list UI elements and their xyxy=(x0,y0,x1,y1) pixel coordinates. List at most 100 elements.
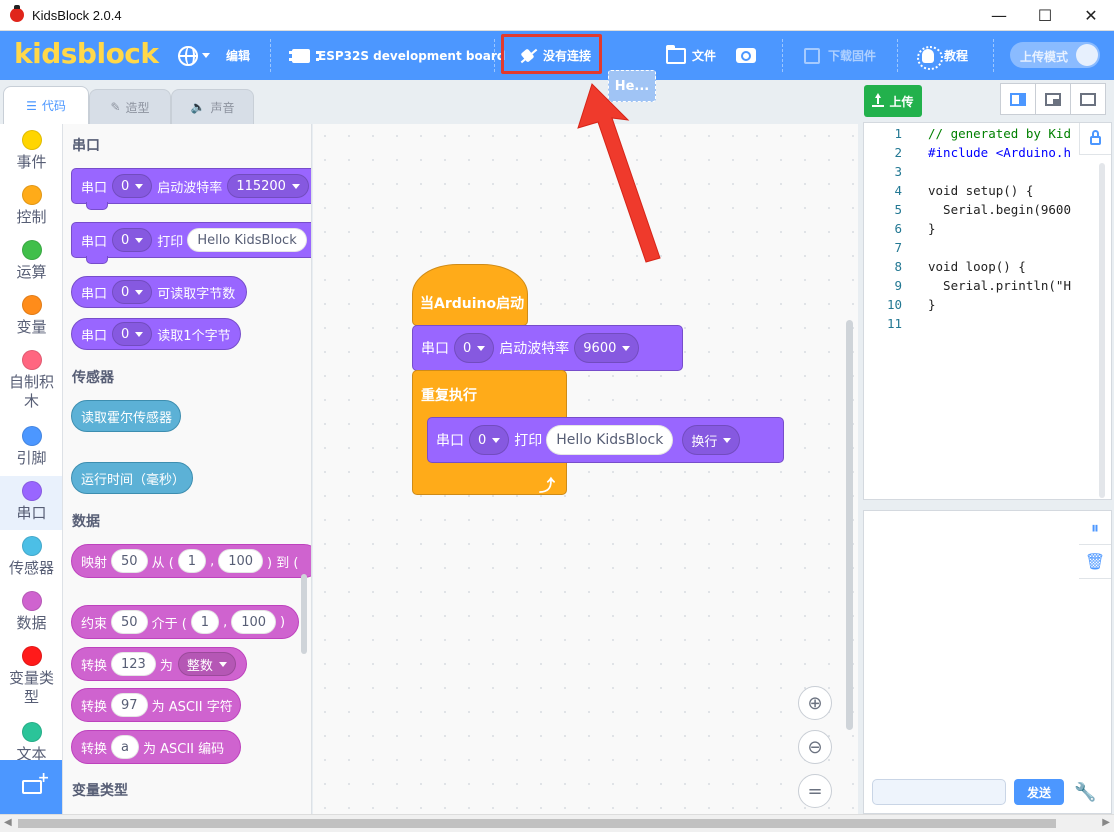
download-firmware-button[interactable]: 下载固件 xyxy=(804,31,876,80)
port-dropdown[interactable]: 0 xyxy=(112,174,153,198)
upload-icon xyxy=(872,93,885,107)
tab-costumes[interactable]: ✎ 造型 xyxy=(89,89,171,124)
file-menu[interactable]: 文件 xyxy=(666,31,716,80)
clear-button[interactable]: 🗑 xyxy=(1079,545,1111,579)
value-input[interactable]: 1 xyxy=(177,549,207,573)
category-label: 变量 xyxy=(16,318,47,336)
block-serial-begin[interactable]: 串口 0 启动波特率 115200 xyxy=(71,168,311,210)
port-dropdown[interactable]: 0 xyxy=(454,333,495,363)
port-dropdown[interactable]: 0 xyxy=(112,228,153,252)
tab-code[interactable]: ☰ 代码 xyxy=(3,86,89,124)
block-text: 映射 xyxy=(81,555,108,571)
script-workspace[interactable]: 当Arduino启动 串口 0 启动波特率 9600 重复执行 串口 0 打印 … xyxy=(313,124,858,814)
section-title-data: 数据 xyxy=(72,514,100,530)
block-text: 串口 xyxy=(436,433,464,449)
zoom-reset-button[interactable]: = xyxy=(798,774,832,808)
category-data[interactable]: 数据 xyxy=(0,591,62,633)
zoom-out-icon: ⊖ xyxy=(807,736,823,758)
category-serial[interactable]: 串口 xyxy=(0,476,62,530)
type-dropdown[interactable]: 整数 xyxy=(177,652,236,676)
port-dropdown[interactable]: 0 xyxy=(469,425,510,455)
print-text-input[interactable]: Hello KidsBlock xyxy=(187,228,307,252)
tutorial-button[interactable]: 教程 xyxy=(917,31,968,80)
category-text[interactable]: 文本 xyxy=(0,722,62,764)
workspace-scrollbar[interactable] xyxy=(846,320,853,730)
maximize-button[interactable]: ☐ xyxy=(1022,0,1068,31)
category-my-blocks[interactable]: 自制积木 xyxy=(0,350,62,411)
block-to-ascii-char[interactable]: 转换 97 为 ASCII 字符 xyxy=(71,688,241,722)
block-text: 打印 xyxy=(157,234,184,250)
value-input[interactable]: 100 xyxy=(231,610,277,634)
layout-split-button[interactable] xyxy=(1035,83,1071,115)
zoom-reset-icon: = xyxy=(807,780,823,802)
kidsblock-logo[interactable]: kidsblock xyxy=(14,37,159,70)
minimize-button[interactable]: — xyxy=(976,0,1022,31)
block-serial-read[interactable]: 串口 0 读取1个字节 xyxy=(71,318,241,350)
block-text: , xyxy=(223,614,228,630)
category-label: 数据 xyxy=(16,614,47,632)
project-name-field[interactable]: He... xyxy=(608,70,656,102)
editor-tabs: ☰ 代码 ✎ 造型 🔈 声音 xyxy=(0,80,310,124)
brush-icon: ✎ xyxy=(110,100,121,114)
block-serial-available[interactable]: 串口 0 可读取字节数 xyxy=(71,276,247,308)
baud-dropdown[interactable]: 115200 xyxy=(227,174,309,198)
category-variables[interactable]: 变量 xyxy=(0,295,62,337)
scroll-left-icon[interactable]: ◀ xyxy=(4,817,12,828)
category-pins[interactable]: 引脚 xyxy=(0,426,62,468)
print-text-input[interactable]: Hello KidsBlock xyxy=(546,425,674,455)
screenshot-button[interactable] xyxy=(736,31,756,80)
port-dropdown[interactable]: 0 xyxy=(112,322,153,346)
value-input[interactable]: 50 xyxy=(111,610,148,634)
send-button[interactable]: 发送 xyxy=(1014,779,1064,805)
board-selector[interactable]: ESP32S development board xyxy=(289,31,505,80)
block-text: 转换 xyxy=(81,658,108,674)
port-dropdown[interactable]: 0 xyxy=(112,280,153,304)
block-text: 启动波特率 xyxy=(499,341,570,357)
scroll-thumb[interactable] xyxy=(18,819,1056,828)
value-input[interactable]: 1 xyxy=(190,610,220,634)
baud-dropdown[interactable]: 9600 xyxy=(574,333,640,363)
close-button[interactable]: ✕ xyxy=(1068,0,1114,31)
value-input[interactable]: a xyxy=(111,735,139,759)
upload-mode-toggle[interactable]: 上传模式 xyxy=(1010,42,1100,68)
category-sensors[interactable]: 传感器 xyxy=(0,536,62,578)
zoom-out-button[interactable]: ⊖ xyxy=(798,730,832,764)
wrench-icon[interactable]: 🔧 xyxy=(1074,782,1096,803)
pause-button[interactable]: ⏸ xyxy=(1079,511,1111,545)
code-scrollbar[interactable] xyxy=(1099,163,1105,498)
serial-input[interactable] xyxy=(872,779,1006,805)
trash-icon: 🗑 xyxy=(1084,552,1106,571)
scroll-right-icon[interactable]: ▶ xyxy=(1102,817,1110,828)
newline-dropdown[interactable]: 换行 xyxy=(682,425,741,455)
value-input[interactable]: 123 xyxy=(111,652,156,676)
layout-code-panel-button[interactable] xyxy=(1000,83,1036,115)
block-runtime[interactable]: 运行时间（毫秒） xyxy=(71,462,193,494)
block-map[interactable]: 映射 50 从 ( 1 , 100 ) 到 ( xyxy=(71,544,311,578)
horizontal-scrollbar[interactable]: ◀ ▶ xyxy=(0,814,1114,832)
category-operators[interactable]: 运算 xyxy=(0,240,62,282)
block-hall-sensor[interactable]: 读取霍尔传感器 xyxy=(71,400,181,432)
category-control[interactable]: 控制 xyxy=(0,185,62,227)
code-editor[interactable]: 1 // generated by Kid 2 #include <Arduino.… xyxy=(863,122,1112,500)
edit-menu[interactable]: 编辑 xyxy=(226,31,250,80)
block-serial-print[interactable]: 串口 0 打印 Hello KidsBlock xyxy=(71,222,311,264)
palette-scrollbar[interactable] xyxy=(301,574,307,654)
language-menu[interactable] xyxy=(178,31,210,80)
value-input[interactable]: 97 xyxy=(111,693,148,717)
block-serial-begin-ws[interactable]: 串口 0 启动波特率 9600 xyxy=(412,325,683,371)
block-convert[interactable]: 转换 123 为 整数 xyxy=(71,647,247,681)
lock-code-button[interactable] xyxy=(1079,123,1111,155)
zoom-in-button[interactable]: ⊕ xyxy=(798,686,832,720)
block-serial-print-ws[interactable]: 串口 0 打印 Hello KidsBlock 换行 xyxy=(427,417,784,463)
layout-full-button[interactable] xyxy=(1070,83,1106,115)
category-variable-types[interactable]: 变量类型 xyxy=(0,646,62,707)
block-constrain[interactable]: 约束 50 介于 ( 1 , 100 ) xyxy=(71,605,299,639)
category-events[interactable]: 事件 xyxy=(0,130,62,172)
upload-mode-label: 上传模式 xyxy=(1020,50,1069,64)
value-input[interactable]: 50 xyxy=(111,549,148,573)
upload-button[interactable]: 上传 xyxy=(864,85,922,117)
value-input[interactable]: 100 xyxy=(218,549,264,573)
tab-sounds[interactable]: 🔈 声音 xyxy=(171,89,254,124)
add-extension-button[interactable] xyxy=(0,760,62,814)
block-to-ascii-code[interactable]: 转换 a 为 ASCII 编码 xyxy=(71,730,241,764)
